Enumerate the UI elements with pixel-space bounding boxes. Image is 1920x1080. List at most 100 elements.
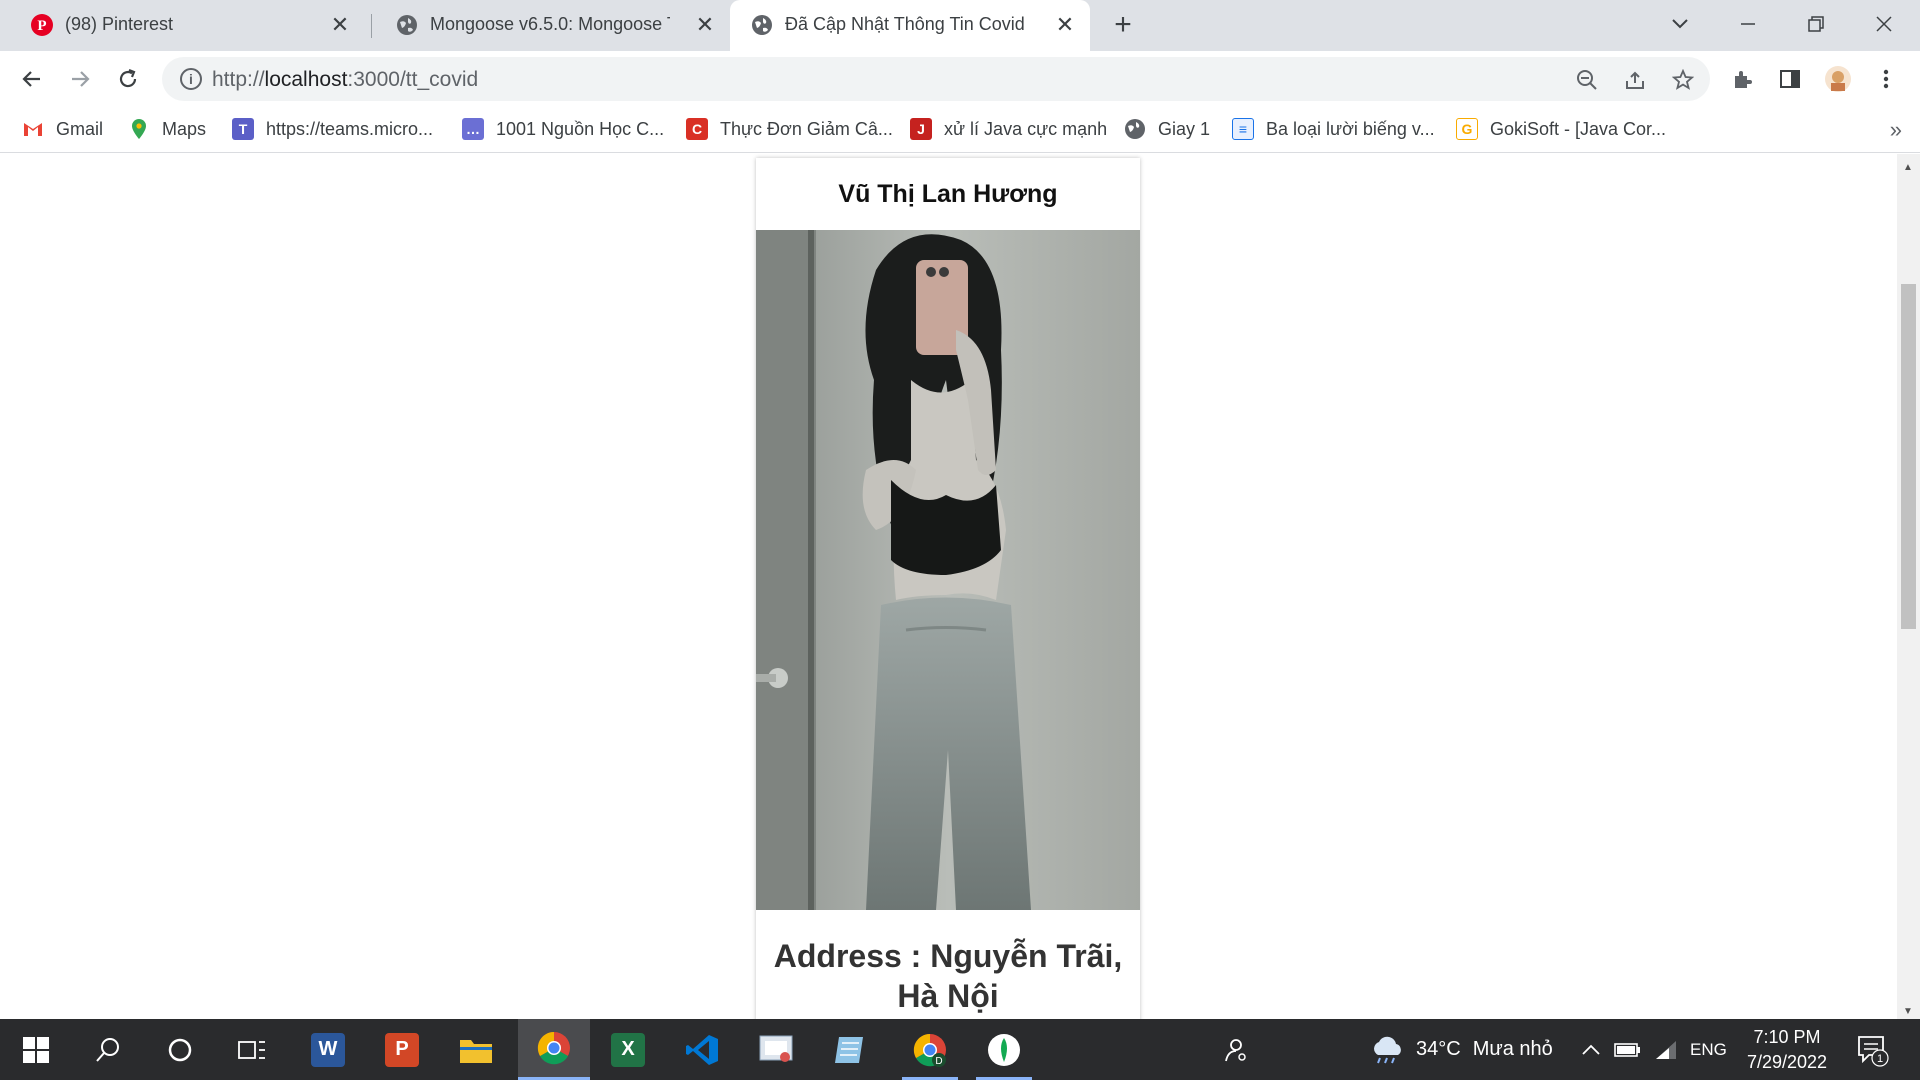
svg-text:D: D xyxy=(935,1056,942,1067)
system-clock[interactable]: 7:10 PM 7/29/2022 xyxy=(1732,1025,1842,1075)
mongodb-compass-icon xyxy=(988,1033,1020,1066)
gmail-icon xyxy=(24,123,42,136)
start-button[interactable] xyxy=(0,1019,72,1080)
chat-icon: … xyxy=(462,118,484,140)
forward-button[interactable] xyxy=(64,63,96,95)
weather-temperature: 34°C xyxy=(1416,1038,1461,1060)
excel-icon: X xyxy=(611,1032,645,1067)
profile-avatar-icon[interactable] xyxy=(1824,65,1852,93)
windows-logo-icon xyxy=(23,1036,49,1063)
address-bar[interactable]: i http://localhost:3000/tt_covid xyxy=(162,57,1710,101)
teams-icon: T xyxy=(232,118,254,140)
close-tab-icon[interactable]: ✕ xyxy=(329,12,351,37)
taskbar-app-notepad[interactable] xyxy=(814,1019,886,1080)
taskbar-app-mongodb-compass[interactable] xyxy=(968,1019,1040,1080)
close-tab-icon[interactable]: ✕ xyxy=(1054,12,1076,37)
notification-count: 1 xyxy=(1877,1053,1883,1065)
menu-kebab-icon[interactable] xyxy=(1872,65,1900,93)
chrome-icon xyxy=(537,1031,570,1065)
taskbar-app-snipping-tool[interactable] xyxy=(740,1019,812,1080)
weather-condition: Mưa nhỏ xyxy=(1472,1038,1553,1060)
powerpoint-icon: P xyxy=(385,1032,419,1067)
scroll-up-arrow-icon[interactable]: ▲ xyxy=(1903,162,1913,173)
tab-search-icon[interactable] xyxy=(1662,8,1698,40)
taskbar-app-excel[interactable]: X xyxy=(592,1019,664,1080)
close-window-icon[interactable] xyxy=(1866,8,1902,40)
bookmark-thuc-don[interactable]: C Thực Đơn Giảm Câ... xyxy=(686,115,893,143)
tab-title: (98) Pinterest xyxy=(65,14,174,34)
bookmark-label: Ba loại lười biếng v... xyxy=(1266,118,1435,139)
tab-mongoose[interactable]: Mongoose v6.5.0: Mongoose Tut ✕ xyxy=(375,0,730,51)
taskbar-search-button[interactable] xyxy=(72,1019,144,1080)
people-icon[interactable] xyxy=(1222,1019,1248,1080)
task-view-button[interactable] xyxy=(216,1019,288,1080)
battery-icon[interactable] xyxy=(1614,1019,1642,1080)
bookmark-maps[interactable]: Maps xyxy=(128,115,206,143)
tab-strip: P (98) Pinterest ✕ Mongoose v6.5.0: Mong… xyxy=(0,0,1920,51)
wifi-icon[interactable] xyxy=(1654,1019,1678,1080)
extensions-icon[interactable] xyxy=(1728,65,1756,93)
weather-widget[interactable]: 34°C Mưa nhỏ xyxy=(1370,1019,1553,1080)
search-icon xyxy=(96,1037,119,1062)
word-icon: W xyxy=(311,1032,345,1067)
tab-covid-active[interactable]: Đã Cập Nhật Thông Tin Covid ✕ xyxy=(730,0,1090,51)
new-tab-button[interactable]: + xyxy=(1108,8,1138,41)
clock-date: 7/29/2022 xyxy=(1746,1052,1828,1072)
bookmark-gokisoft[interactable]: G GokiSoft - [Java Cor... xyxy=(1456,115,1666,143)
restore-icon[interactable] xyxy=(1798,8,1834,40)
taskbar-app-powerpoint[interactable]: P xyxy=(366,1019,438,1080)
vscode-icon xyxy=(686,1034,718,1065)
close-tab-icon[interactable]: ✕ xyxy=(694,12,716,37)
bookmark-giay-1[interactable]: Giay 1 xyxy=(1124,115,1210,143)
cortana-button[interactable] xyxy=(144,1019,216,1080)
bookmarks-bar: Gmail Maps T https://teams.micro... … 10… xyxy=(0,107,1920,153)
side-panel-icon[interactable] xyxy=(1776,65,1804,93)
pinterest-icon: P xyxy=(31,14,53,36)
person-name: Vũ Thị Lan Hương xyxy=(838,180,1058,208)
star-icon[interactable] xyxy=(1670,67,1696,93)
site-info-icon[interactable]: i xyxy=(180,68,202,90)
person-photo xyxy=(756,230,1140,910)
taskbar-app-chrome-profile[interactable]: D xyxy=(894,1019,966,1080)
zoom-icon[interactable] xyxy=(1574,67,1600,93)
taskbar-app-chrome[interactable] xyxy=(518,1019,590,1080)
bookmarks-overflow-icon[interactable]: » xyxy=(1890,117,1902,143)
taskbar-app-word[interactable]: W xyxy=(292,1019,364,1080)
c-logo-icon: C xyxy=(686,118,708,140)
bookmark-label: Gmail xyxy=(56,118,104,139)
arrow-left-icon xyxy=(22,71,40,87)
notification-icon: 1 xyxy=(1858,1035,1889,1067)
person-card: Vũ Thị Lan Hương Address: Nguyễn Trãi, … xyxy=(756,158,1140,1019)
person-address: Address : Nguyễn Trãi, Hà Nội xyxy=(773,938,1123,1014)
windows-taskbar: W P X D 34°C Mưa nhỏ ENG 7:10 PM 7/29/20… xyxy=(0,1019,1920,1080)
reload-icon xyxy=(119,68,137,88)
bookmark-ba-loai-luoi[interactable]: ≡ Ba loại lười biếng v... xyxy=(1232,115,1435,143)
url-host: localhost xyxy=(264,68,348,91)
scroll-down-arrow-icon[interactable]: ▼ xyxy=(1903,1006,1913,1017)
language-indicator[interactable]: ENG xyxy=(1690,1019,1727,1080)
back-button[interactable] xyxy=(16,63,48,95)
url-path: :3000/tt_covid xyxy=(347,68,479,91)
page-viewport: Vũ Thị Lan Hương Address: Nguyễn Trãi, … xyxy=(0,154,1897,1019)
minimize-icon[interactable] xyxy=(1730,8,1766,40)
bookmark-label: Giay 1 xyxy=(1158,118,1211,139)
arrow-right-icon xyxy=(72,71,90,87)
reload-button[interactable] xyxy=(112,63,144,95)
share-icon[interactable] xyxy=(1622,67,1648,93)
taskbar-app-vscode[interactable] xyxy=(666,1019,738,1080)
tab-title: Đã Cập Nhật Thông Tin Covid xyxy=(785,14,1025,34)
show-hidden-icons-chevron-icon[interactable] xyxy=(1582,1019,1600,1080)
bookmark-teams[interactable]: T https://teams.micro... xyxy=(232,115,433,143)
action-center-button[interactable]: 1 xyxy=(1856,1019,1890,1080)
bookmark-xu-li-java[interactable]: J xử lí Java cực mạnh xyxy=(910,115,1107,143)
vertical-scrollbar[interactable]: ▲ ▼ xyxy=(1897,154,1920,1019)
scroll-thumb[interactable] xyxy=(1901,284,1916,629)
bookmark-label: https://teams.micro... xyxy=(266,118,434,139)
url-scheme: http:// xyxy=(212,68,265,91)
bookmark-1001-nguon-hoc[interactable]: … 1001 Nguồn Học C... xyxy=(462,115,664,143)
tab-pinterest[interactable]: P (98) Pinterest ✕ xyxy=(10,0,365,51)
chrome-profile-icon: D xyxy=(913,1033,946,1067)
taskbar-app-file-explorer[interactable] xyxy=(440,1019,512,1080)
url-text[interactable]: http://localhost:3000/tt_covid xyxy=(212,68,478,92)
bookmark-gmail[interactable]: Gmail xyxy=(22,115,103,143)
